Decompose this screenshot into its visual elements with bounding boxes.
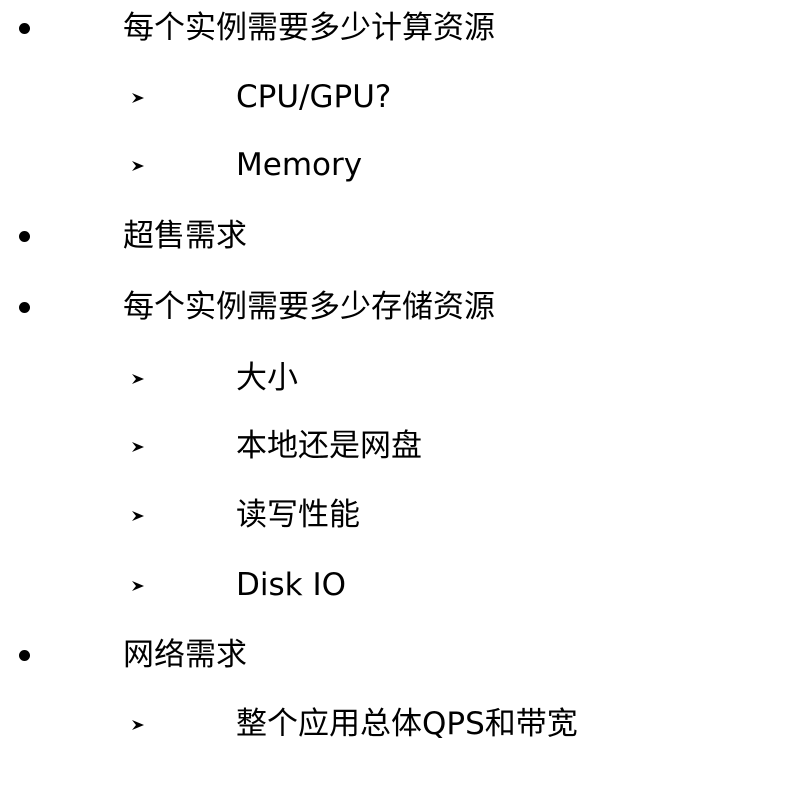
list-item: 超售需求 [0, 208, 806, 264]
arrow-bullet-icon [124, 557, 152, 613]
list-item: 每个实例需要多少存储资源 [0, 279, 806, 335]
list-item-label: 本地还是网盘 [236, 428, 422, 464]
bullet-dot-icon [14, 0, 34, 56]
list-item-label: 整个应用总体QPS和带宽 [236, 706, 578, 742]
bullet-list: 每个实例需要多少计算资源 CPU/GPU? Memory 超售需求 每个实例需要… [0, 0, 806, 797]
arrow-bullet-icon [124, 487, 152, 543]
list-item: 大小 [0, 350, 806, 406]
list-item: Disk IO [0, 557, 806, 613]
list-item: 每个实例需要多少计算资源 [0, 0, 806, 56]
list-item-label: 大小 [236, 360, 298, 396]
bullet-dot-icon [14, 208, 34, 264]
arrow-bullet-icon [124, 696, 152, 752]
list-item: Memory [0, 137, 806, 193]
bullet-dot-icon [14, 279, 34, 335]
list-item-label: Disk IO [236, 567, 346, 603]
arrow-bullet-icon [124, 137, 152, 193]
arrow-bullet-icon [124, 69, 152, 125]
list-item: 读写性能 [0, 487, 806, 543]
list-item: 整个应用总体QPS和带宽 [0, 696, 806, 752]
list-item: 网络需求 [0, 627, 806, 683]
arrow-bullet-icon [124, 418, 152, 474]
list-item-label: CPU/GPU? [236, 79, 392, 115]
list-item-label: 超售需求 [123, 218, 247, 254]
list-item-label: 每个实例需要多少计算资源 [123, 10, 495, 46]
arrow-bullet-icon [124, 350, 152, 406]
list-item: CPU/GPU? [0, 69, 806, 125]
list-item-label: Memory [236, 147, 363, 183]
list-item-label: 读写性能 [236, 497, 360, 533]
list-item-label: 每个实例需要多少存储资源 [123, 289, 495, 325]
list-item-label: 网络需求 [123, 637, 247, 673]
list-item: 本地还是网盘 [0, 418, 806, 474]
bullet-dot-icon [14, 627, 34, 683]
